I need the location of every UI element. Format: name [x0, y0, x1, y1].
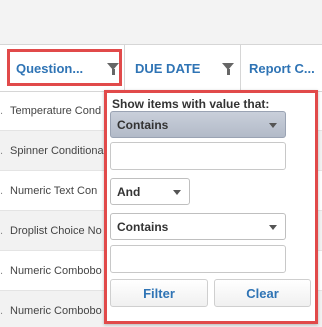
column-header-due-date-label[interactable]: DUE DATE: [135, 61, 200, 76]
question-cell: Droplist Choice No: [10, 224, 102, 237]
question-cell: Numeric Text Con: [10, 184, 98, 197]
column-header-report[interactable]: Report C...: [240, 45, 322, 91]
row-marker: .: [0, 304, 4, 317]
grid-screenshot: Question... DUE DATE Report C... . Tempe…: [0, 0, 322, 327]
value2-input[interactable]: [110, 245, 286, 273]
filter-popup-title: Show items with value that:: [112, 97, 270, 111]
grid-header: Question... DUE DATE Report C...: [0, 44, 322, 92]
row-marker: .: [0, 144, 4, 157]
column-header-due-date[interactable]: DUE DATE: [124, 45, 240, 91]
filter-icon[interactable]: [107, 63, 119, 75]
logic-value: And: [117, 184, 141, 199]
condition1-value: Contains: [117, 117, 169, 132]
row-marker: .: [0, 104, 4, 117]
column-header-question-label[interactable]: Question...: [16, 61, 83, 76]
filter-icon[interactable]: [222, 63, 234, 75]
value1-input[interactable]: [110, 142, 286, 170]
chevron-down-icon: [269, 225, 277, 230]
condition1-dropdown[interactable]: Contains: [110, 111, 286, 138]
column-header-question[interactable]: Question...: [0, 45, 124, 91]
row-marker: .: [0, 184, 4, 197]
condition2-value: Contains: [117, 219, 169, 234]
filter-button[interactable]: Filter: [110, 279, 208, 307]
question-cell: Numeric Combobo: [10, 304, 102, 317]
condition2-dropdown[interactable]: Contains: [110, 213, 286, 240]
question-cell: Temperature Cond: [10, 104, 102, 117]
clear-button[interactable]: Clear: [214, 279, 311, 307]
question-cell: Spinner Conditiona: [10, 144, 104, 157]
filter-popup: Show items with value that: Contains And…: [104, 90, 318, 324]
toolbar-area: [0, 0, 322, 44]
chevron-down-icon: [269, 123, 277, 128]
logic-dropdown[interactable]: And: [110, 178, 190, 205]
column-header-report-label[interactable]: Report C...: [249, 61, 315, 76]
row-marker: .: [0, 224, 4, 237]
chevron-down-icon: [173, 190, 181, 195]
question-cell: Numeric Combobo: [10, 264, 102, 277]
row-marker: .: [0, 264, 4, 277]
